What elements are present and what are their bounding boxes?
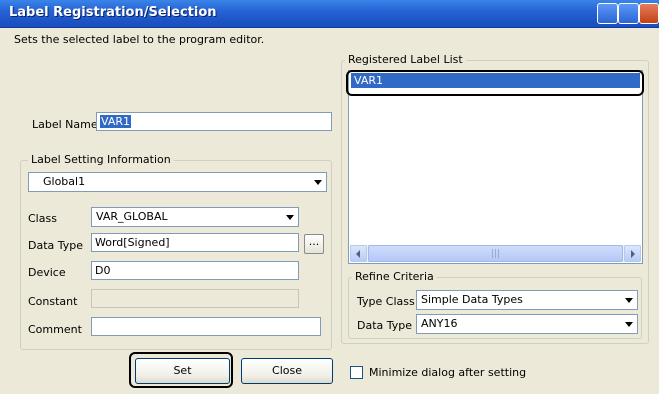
device-label: Device [28, 266, 66, 279]
type-class-label: Type Class [357, 295, 415, 308]
label-setting-group-title: Label Setting Information [28, 153, 174, 166]
constant-input [91, 289, 299, 308]
comment-label: Comment [28, 323, 82, 336]
browse-data-type-button[interactable]: ... [304, 234, 324, 254]
window-title: Label Registration/Selection [9, 5, 217, 20]
scroll-right-icon[interactable] [624, 245, 641, 262]
horizontal-scrollbar[interactable]: ||| [350, 245, 641, 262]
class-dropdown[interactable]: VAR_GLOBAL [91, 207, 299, 227]
maximize-window-button[interactable] [618, 3, 639, 24]
refine-data-type-value: ANY16 [421, 317, 458, 330]
label-name-label: Label Name [32, 118, 98, 131]
minimize-after-setting-checkbox[interactable] [350, 366, 363, 379]
scroll-thumb[interactable]: ||| [368, 245, 623, 262]
minimize-window-button[interactable] [597, 3, 618, 24]
title-bar: Label Registration/Selection [0, 0, 659, 28]
type-class-value: Simple Data Types [421, 293, 523, 306]
scope-dropdown[interactable]: Global1 [28, 172, 327, 192]
class-value: VAR_GLOBAL [96, 210, 168, 223]
device-input[interactable]: D0 [91, 261, 299, 280]
scroll-left-icon[interactable] [350, 245, 367, 262]
refine-criteria-title: Refine Criteria [352, 270, 437, 283]
close-window-button[interactable] [639, 3, 659, 24]
class-label: Class [28, 212, 57, 225]
type-class-dropdown[interactable]: Simple Data Types [416, 290, 638, 310]
comment-input[interactable] [91, 317, 321, 336]
dialog-description: Sets the selected label to the program e… [14, 33, 265, 46]
chevron-down-icon [281, 209, 297, 225]
registered-label-list-title: Registered Label List [345, 53, 466, 66]
refine-data-type-dropdown[interactable]: ANY16 [416, 314, 638, 334]
minimize-after-setting-label[interactable]: Minimize dialog after setting [369, 366, 526, 379]
chevron-down-icon [620, 292, 636, 308]
set-button-highlight-ring [129, 352, 233, 388]
chevron-down-icon [309, 174, 325, 190]
data-type-value: Word[Signed] [95, 236, 170, 249]
chevron-down-icon [620, 316, 636, 332]
label-name-value: VAR1 [100, 115, 131, 128]
label-name-input[interactable]: VAR1 [96, 112, 332, 131]
device-value: D0 [95, 264, 111, 277]
selected-item-highlight-ring [346, 70, 644, 96]
close-button[interactable]: Close [241, 358, 333, 384]
registered-label-listbox[interactable]: VAR1 ||| [348, 70, 643, 264]
scope-value: Global1 [43, 175, 86, 188]
scroll-thumb-grip: ||| [490, 249, 501, 259]
data-type-label: Data Type [28, 239, 84, 252]
data-type-input[interactable]: Word[Signed] [91, 233, 299, 252]
refine-data-type-label: Data Type [357, 319, 413, 332]
constant-label: Constant [28, 295, 78, 308]
